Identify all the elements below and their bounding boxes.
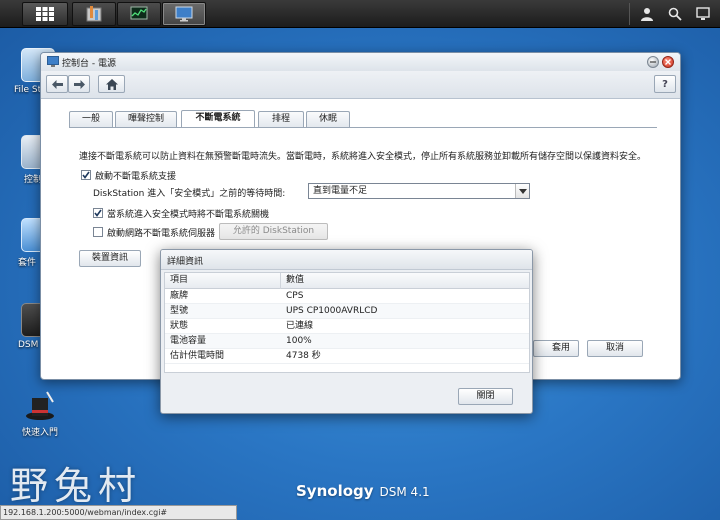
main-menu-button[interactable] (22, 2, 68, 26)
close-dialog-button[interactable]: 關閉 (458, 388, 513, 405)
watermark: 野兔村 (10, 464, 143, 508)
table-row: 電池容量 100% (165, 334, 529, 349)
tab-ups[interactable]: 不斷電系統 (181, 110, 255, 127)
network-ups-label: 啟動網路不斷電系統伺服器 (107, 229, 216, 239)
row-value: 已連線 (286, 321, 314, 331)
allowed-diskstation-button[interactable]: 允許的 DiskStation (219, 223, 328, 240)
dsm-version: DSM 4.1 (379, 485, 430, 499)
tab-general[interactable]: 一般 (69, 111, 113, 127)
forward-button[interactable] (68, 75, 90, 93)
dialog-titlebar[interactable]: 詳細資訊 (161, 250, 532, 270)
desktop-icon-label: 快速入門 (21, 428, 58, 438)
show-desktop-button[interactable] (690, 2, 716, 26)
taskbar-app-control-panel[interactable] (72, 2, 116, 26)
control-panel-window-icon (175, 6, 193, 22)
row-value: CPS (286, 291, 304, 301)
desktop-icon-quick-start[interactable]: 快速入門 (10, 388, 70, 438)
device-info-table: 項目 數值 廠牌 CPS 型號 UPS CP1000AVRLCD 狀態 已連線 … (164, 272, 530, 373)
table-row: 估計供電時間 4738 秒 (165, 349, 529, 364)
browser-status-bar: 192.168.1.200:5000/webman/index.cgi# (0, 505, 237, 520)
row-item: 廠牌 (170, 291, 189, 301)
window-app-icon (47, 56, 59, 67)
column-header-item: 項目 (170, 275, 189, 285)
row-item: 估計供電時間 (170, 351, 225, 361)
tab-schedule[interactable]: 排程 (258, 111, 304, 127)
search-button[interactable] (662, 2, 688, 26)
row-item: 電池容量 (170, 336, 207, 346)
home-icon (105, 78, 118, 90)
close-icon (665, 59, 671, 65)
enable-ups-checkbox[interactable] (81, 170, 91, 180)
desktop-icon (696, 7, 710, 20)
chevron-down-icon (515, 184, 529, 198)
row-value: 100% (286, 336, 312, 346)
minimize-button[interactable] (647, 56, 659, 68)
row-value: UPS CP1000AVRLCD (286, 306, 378, 316)
table-row: 狀態 已連線 (165, 319, 529, 334)
tab-divider (69, 127, 657, 128)
minimize-icon (650, 61, 656, 63)
row-item: 型號 (170, 306, 189, 316)
taskbar (0, 0, 720, 28)
back-button[interactable] (46, 75, 68, 93)
row-value: 4738 秒 (286, 351, 321, 361)
tab-hibernation[interactable]: 休眠 (306, 111, 350, 127)
row-item: 狀態 (170, 321, 189, 331)
enable-ups-label: 啟動不斷電系統支援 (95, 172, 177, 182)
column-divider (280, 273, 281, 289)
table-row: 廠牌 CPS (165, 289, 529, 304)
magic-hat-icon (23, 388, 57, 422)
dialog-title: 詳細資訊 (167, 257, 204, 267)
help-button[interactable]: ? (654, 75, 676, 93)
search-icon (668, 7, 682, 21)
brand-name: Synology (296, 482, 374, 500)
shutdown-ups-checkbox[interactable] (93, 208, 103, 218)
tab-beep-control[interactable]: 嗶聲控制 (115, 111, 177, 127)
control-panel-icon (86, 6, 102, 22)
user-menu-button[interactable] (634, 2, 660, 26)
checkmark-icon (82, 171, 90, 179)
table-header: 項目 數值 (165, 273, 529, 289)
column-header-value: 數值 (286, 275, 305, 285)
synology-brand: Synology DSM 4.1 (296, 482, 430, 500)
shutdown-ups-label: 當系統進入安全模式時將不斷電系統關機 (107, 210, 270, 220)
device-info-dialog: 詳細資訊 項目 數值 廠牌 CPS 型號 UPS CP1000AVRLCD 狀態… (160, 249, 533, 414)
cancel-button[interactable]: 取消 (587, 340, 643, 357)
table-row: 型號 UPS CP1000AVRLCD (165, 304, 529, 319)
close-button[interactable] (662, 56, 674, 68)
wait-time-label: DiskStation 進入「安全模式」之前的等待時間: (93, 189, 286, 199)
arrow-right-icon (73, 79, 85, 89)
ups-description: 連接不斷電系統可以防止資料在無預警斷電時流失。當斷電時，系統將進入安全模式，停止… (79, 152, 647, 162)
taskbar-app-power[interactable] (162, 2, 206, 26)
network-ups-checkbox[interactable] (93, 227, 103, 237)
arrow-left-icon (51, 79, 63, 89)
wait-time-select[interactable]: 直到電量不足 (308, 183, 530, 199)
user-icon (641, 8, 653, 21)
help-icon: ? (662, 78, 668, 90)
wait-time-value: 直到電量不足 (313, 186, 368, 196)
taskbar-app-resource-monitor[interactable] (117, 2, 161, 26)
grid-menu-icon (36, 7, 54, 21)
monitor-chart-icon (130, 6, 148, 20)
window-title: 控制台 - 電源 (62, 59, 116, 69)
taskbar-divider (629, 3, 630, 25)
checkmark-icon (94, 209, 102, 217)
window-toolbar: ? (41, 71, 680, 99)
device-info-button[interactable]: 裝置資訊 (79, 250, 141, 267)
apply-button[interactable]: 套用 (533, 340, 579, 357)
home-button[interactable] (98, 75, 125, 93)
window-titlebar[interactable]: 控制台 - 電源 (41, 53, 680, 71)
